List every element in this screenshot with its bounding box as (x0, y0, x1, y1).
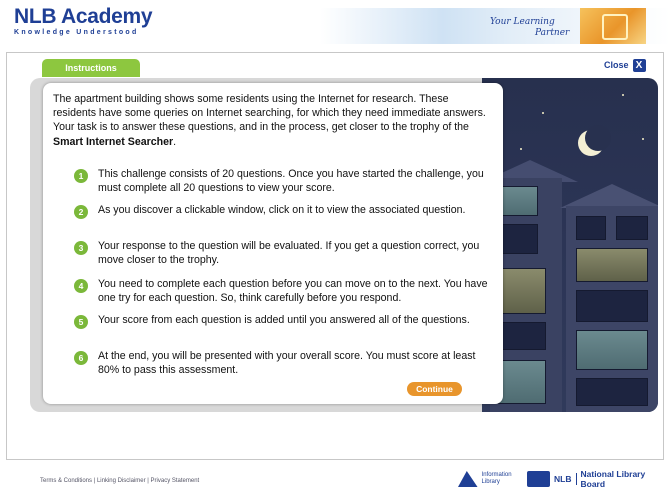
step-text: This challenge consists of 20 questions.… (98, 168, 484, 194)
information-library-icon (458, 471, 478, 487)
step-text: Your score from each question is added u… (98, 314, 470, 326)
close-icon: X (632, 58, 646, 72)
nlb-short-label: NLB (554, 474, 572, 484)
step-number-badge: 4 (74, 279, 88, 293)
terms-link[interactable]: Terms & Conditions (40, 478, 92, 484)
footer-links: Terms & Conditions | Linking Disclaimer … (40, 478, 199, 484)
step-number-badge: 2 (74, 205, 88, 219)
national-library-board-label: National Library Board (580, 469, 646, 489)
tab-instructions[interactable]: Instructions (42, 59, 140, 77)
linking-disclaimer-link[interactable]: Linking Disclaimer (97, 478, 146, 484)
intro-text: The apartment building shows some reside… (53, 93, 486, 148)
close-button[interactable]: Close X (604, 58, 646, 72)
header: NLB Academy Knowledge Understood Your Le… (0, 0, 670, 44)
continue-button[interactable]: Continue (407, 382, 462, 396)
puzzle-graphic (580, 8, 646, 44)
logo-title: NLB Academy (14, 5, 153, 28)
step-number-badge: 3 (74, 241, 88, 255)
tagline-line-1: Your Learning (490, 17, 555, 27)
step-text: At the end, you will be presented with y… (98, 350, 476, 376)
footer-logos: Information Library NLB National Library… (458, 469, 670, 489)
intro-bold-title: Smart Internet Searcher (53, 135, 174, 148)
step-number-badge: 6 (74, 351, 88, 365)
logo-subtitle: Knowledge Understood (14, 29, 139, 36)
tagline-line-2: Partner (535, 28, 570, 38)
close-label: Close (604, 60, 629, 70)
step-number-badge: 1 (74, 169, 88, 183)
apartment-building-illustration (482, 78, 658, 412)
step-text: As you discover a clickable window, clic… (98, 204, 466, 216)
step-text: Your response to the question will be ev… (98, 240, 480, 266)
logo-divider (575, 473, 577, 485)
nlb-academy-logo[interactable]: NLB Academy Knowledge Understood (14, 5, 153, 37)
information-library-label: Information Library (481, 472, 512, 485)
privacy-statement-link[interactable]: Privacy Statement (151, 478, 200, 484)
step-text: You need to complete each question befor… (98, 278, 488, 304)
step-number-badge: 5 (74, 315, 88, 329)
nlb-logo-icon (526, 471, 551, 487)
